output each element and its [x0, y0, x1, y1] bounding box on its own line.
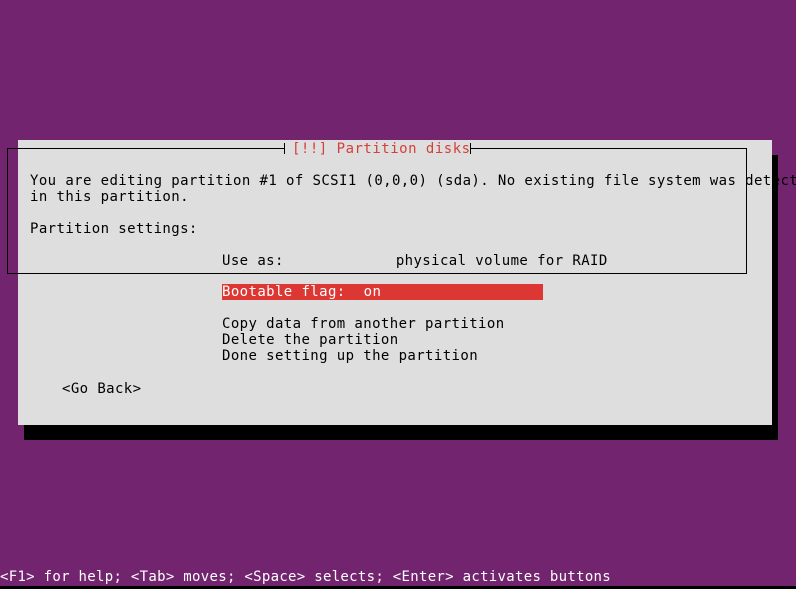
partition-disks-dialog: You are editing partition #1 of SCSI1 (0… [18, 140, 796, 425]
intro-text-line-2: in this partition. [30, 189, 189, 205]
setting-row-bootable-flag[interactable]: Bootable flag: on [222, 284, 543, 300]
dialog-border-top-left-segment [7, 148, 284, 149]
dialog-border-right [746, 148, 747, 274]
title-bracket-left [284, 143, 285, 154]
help-bar: <F1> for help; <Tab> moves; <Space> sele… [0, 569, 612, 585]
dialog-border-bottom [7, 273, 747, 274]
intro-text-line-1: You are editing partition #1 of SCSI1 (0… [30, 173, 796, 189]
dialog-content: You are editing partition #1 of SCSI1 (0… [18, 140, 796, 425]
use-as-label: Use as: [222, 253, 284, 269]
action-delete-the-partition[interactable]: Delete the partition [222, 332, 399, 348]
setting-row-use-as[interactable]: Use as: physical volume for RAID [222, 253, 608, 269]
dialog-title: [!!] Partition disks [292, 141, 471, 157]
installer-screen: You are editing partition #1 of SCSI1 (0… [0, 0, 796, 589]
dialog-border-top-right-segment [470, 148, 747, 149]
bootable-flag-value: on [363, 284, 382, 300]
go-back-button[interactable]: <Go Back> [62, 381, 141, 397]
partition-settings-label: Partition settings: [30, 221, 198, 237]
dialog-border-left [7, 148, 8, 274]
action-copy-data-from-another-partition[interactable]: Copy data from another partition [222, 316, 505, 332]
use-as-value: physical volume for RAID [395, 253, 608, 269]
bootable-flag-label: Bootable flag: [222, 284, 346, 300]
action-done-setting-up-the-partition[interactable]: Done setting up the partition [222, 348, 478, 364]
